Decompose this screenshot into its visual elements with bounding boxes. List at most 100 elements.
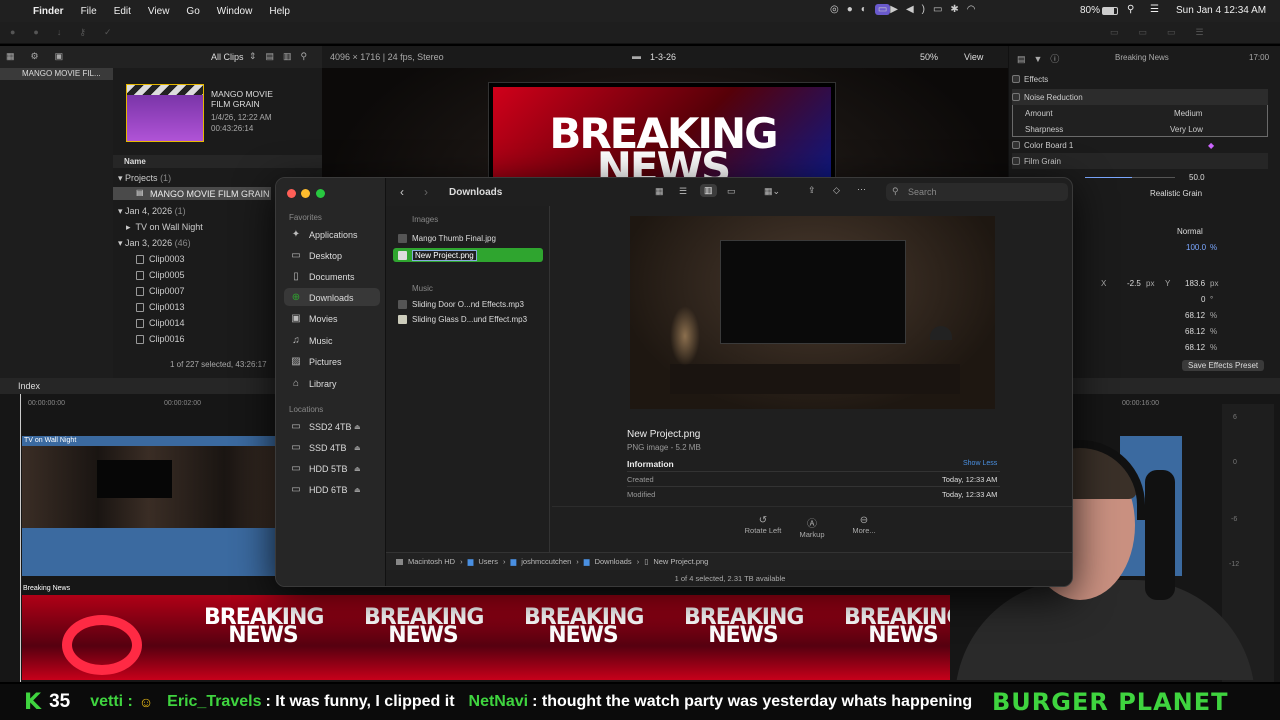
project-item[interactable]: ▤ MANGO MOVIE FILM GRAIN — [113, 187, 271, 200]
file-item[interactable]: Sliding Door O...nd Effects.mp3 — [398, 300, 524, 309]
more-actions-button[interactable]: ⊖ More... — [842, 515, 886, 535]
tv-clip[interactable]: TV on Wall Night — [22, 436, 275, 576]
eject-icon[interactable]: ⏏ — [354, 444, 361, 452]
clip-row[interactable]: Clip0016 — [136, 334, 185, 344]
save-effects-preset-button[interactable]: Save Effects Preset — [1182, 360, 1265, 371]
eject-icon[interactable]: ⏏ — [354, 465, 361, 473]
forward-button[interactable]: › — [424, 185, 428, 199]
sidebar-location[interactable]: ▭ SSD2 4TB ⏏ — [290, 421, 360, 432]
battery-icon[interactable] — [1102, 7, 1118, 15]
scale-value[interactable]: 68.12 — [1185, 343, 1205, 352]
color-board-checkbox[interactable] — [1012, 141, 1020, 149]
film-grain-checkbox[interactable] — [1012, 157, 1020, 165]
toolbar-right-icons[interactable]: ▭▭▭☰ — [1110, 27, 1224, 38]
clip-row[interactable]: Clip0003 — [136, 254, 185, 264]
sidebar-location[interactable]: ▭ HDD 5TB ⏏ — [290, 463, 360, 474]
sidebar-item-downloads[interactable]: ⊕ Downloads — [290, 292, 354, 303]
effects-row[interactable]: Effects — [1012, 71, 1268, 87]
amount-value[interactable]: Medium — [1174, 109, 1202, 118]
clip-row[interactable]: Clip0005 — [136, 270, 185, 280]
date-row-2[interactable]: ▾ Jan 3, 2026 (46) — [118, 238, 191, 249]
clip-row[interactable]: Clip0013 — [136, 302, 185, 312]
eject-icon[interactable]: ⏏ — [354, 423, 361, 431]
path-segment[interactable]: Downloads — [595, 557, 632, 566]
breaking-thumb[interactable]: BREAKING NEWS — [342, 595, 502, 680]
control-center-icon[interactable]: ☰ — [1150, 4, 1159, 15]
sidebar-item-applications[interactable]: ✦ Applications — [290, 229, 358, 240]
column-view-button[interactable]: ▥ — [700, 184, 717, 197]
sidebar-item-documents[interactable]: ▯ Documents — [290, 271, 354, 282]
inspector-tab-icons[interactable]: ▤▼ⓘ — [1017, 52, 1067, 65]
breaking-thumb[interactable]: BREAKING NEWS — [822, 595, 950, 680]
noise-reduction-checkbox[interactable] — [1012, 93, 1020, 101]
group-button[interactable]: ▦⌄ — [764, 186, 780, 197]
library-icon[interactable]: ▦⚙▣ — [6, 51, 79, 62]
zoom-select[interactable]: 50% — [920, 52, 938, 62]
date-row-1[interactable]: ▾ Jan 4, 2026 (1) — [118, 206, 186, 217]
tv-item[interactable]: ▸ TV on Wall Night — [126, 222, 203, 233]
view-select[interactable]: View — [964, 52, 983, 62]
browser-view-icons[interactable]: ⇕▤▥⚲ — [249, 51, 316, 62]
file-item[interactable]: Sliding Glass D...und Effect.mp3 — [398, 315, 527, 324]
path-segment[interactable]: joshmccutchen — [521, 557, 571, 566]
projects-row[interactable]: ▾ Projects (1) — [118, 173, 171, 184]
index-button[interactable]: Index — [18, 381, 40, 391]
more-icon[interactable]: ⋯ — [857, 184, 866, 195]
minimize-button[interactable] — [301, 189, 310, 198]
film-grain-row[interactable]: Film Grain — [1012, 153, 1268, 169]
breaking-thumb[interactable]: BREAKING NEWS — [182, 595, 342, 680]
color-board-row[interactable]: Color Board 1 ◆ — [1012, 137, 1268, 153]
menu-go[interactable]: Go — [186, 6, 199, 17]
color-board-icon[interactable]: ◆ — [1208, 141, 1214, 150]
event-thumbnail[interactable] — [126, 84, 204, 142]
sidebar-location[interactable]: ▭ HDD 6TB ⏏ — [290, 484, 360, 495]
breaking-thumb[interactable] — [22, 595, 182, 680]
markup-button[interactable]: Ⓐ Markup — [790, 515, 834, 539]
menu-view[interactable]: View — [148, 6, 170, 17]
opacity-value[interactable]: 100.0 — [1186, 243, 1206, 252]
grain-preset[interactable]: Realistic Grain — [1150, 189, 1202, 198]
show-less-link[interactable]: Show Less — [963, 460, 997, 467]
close-button[interactable] — [287, 189, 296, 198]
menu-window[interactable]: Window — [217, 6, 253, 17]
rotate-left-button[interactable]: ↺ Rotate Left — [738, 515, 788, 535]
clips-filter[interactable]: All Clips — [211, 52, 244, 62]
path-segment[interactable]: Macintosh HD — [408, 557, 455, 566]
sidebar-item-music[interactable]: ♫ Music — [290, 335, 332, 346]
search-field[interactable]: ⚲ Search — [886, 183, 1068, 201]
list-view-button[interactable]: ☰ — [679, 186, 687, 197]
file-item[interactable]: New Project.png — [398, 250, 477, 261]
sidebar-item-pictures[interactable]: ▨ Pictures — [290, 356, 341, 367]
file-label-rename[interactable]: New Project.png — [412, 250, 477, 261]
effects-checkbox[interactable] — [1012, 75, 1020, 83]
icon-view-button[interactable]: ▦ — [655, 186, 664, 197]
clip-row[interactable]: Clip0014 — [136, 318, 185, 328]
clip-row[interactable]: Clip0007 — [136, 286, 185, 296]
grain-value[interactable]: 50.0 — [1189, 173, 1205, 182]
menu-file[interactable]: File — [81, 6, 97, 17]
path-segment[interactable]: Users — [478, 557, 498, 566]
back-button[interactable]: ‹ — [400, 185, 404, 199]
amount-row[interactable]: Amount Medium — [1012, 105, 1268, 121]
gallery-view-button[interactable]: ▭ — [727, 186, 736, 197]
menu-finder[interactable]: Finder — [33, 6, 64, 17]
scale-value[interactable]: 68.12 — [1185, 311, 1205, 320]
library-row[interactable]: MANGO MOVIE FIL... — [0, 68, 113, 80]
rotation-value[interactable]: 0 — [1201, 295, 1205, 304]
sidebar-item-movies[interactable]: ▣ Movies — [290, 313, 337, 324]
breaking-thumb[interactable]: BREAKING NEWS — [502, 595, 662, 680]
status-icons[interactable]: ◎●◐ ▭ ▶◀)▭✱◠ — [830, 4, 984, 15]
menu-edit[interactable]: Edit — [114, 6, 131, 17]
file-item[interactable]: Mango Thumb Final.jpg — [398, 234, 496, 243]
spotlight-icon[interactable]: ⚲ — [1127, 4, 1134, 15]
name-column-header[interactable]: Name — [113, 155, 322, 168]
sharpness-value[interactable]: Very Low — [1170, 125, 1203, 134]
playhead[interactable] — [20, 394, 21, 682]
sidebar-location[interactable]: ▭ SSD 4TB ⏏ — [290, 442, 360, 453]
menu-help[interactable]: Help — [269, 6, 290, 17]
scale-value[interactable]: 68.12 — [1185, 327, 1205, 336]
sidebar-item-desktop[interactable]: ▭ Desktop — [290, 250, 342, 261]
share-icon[interactable]: ⇪ — [808, 185, 816, 196]
position-y[interactable]: 183.6 — [1185, 279, 1205, 288]
menu-clock[interactable]: Sun Jan 4 12:34 AM — [1176, 5, 1266, 16]
